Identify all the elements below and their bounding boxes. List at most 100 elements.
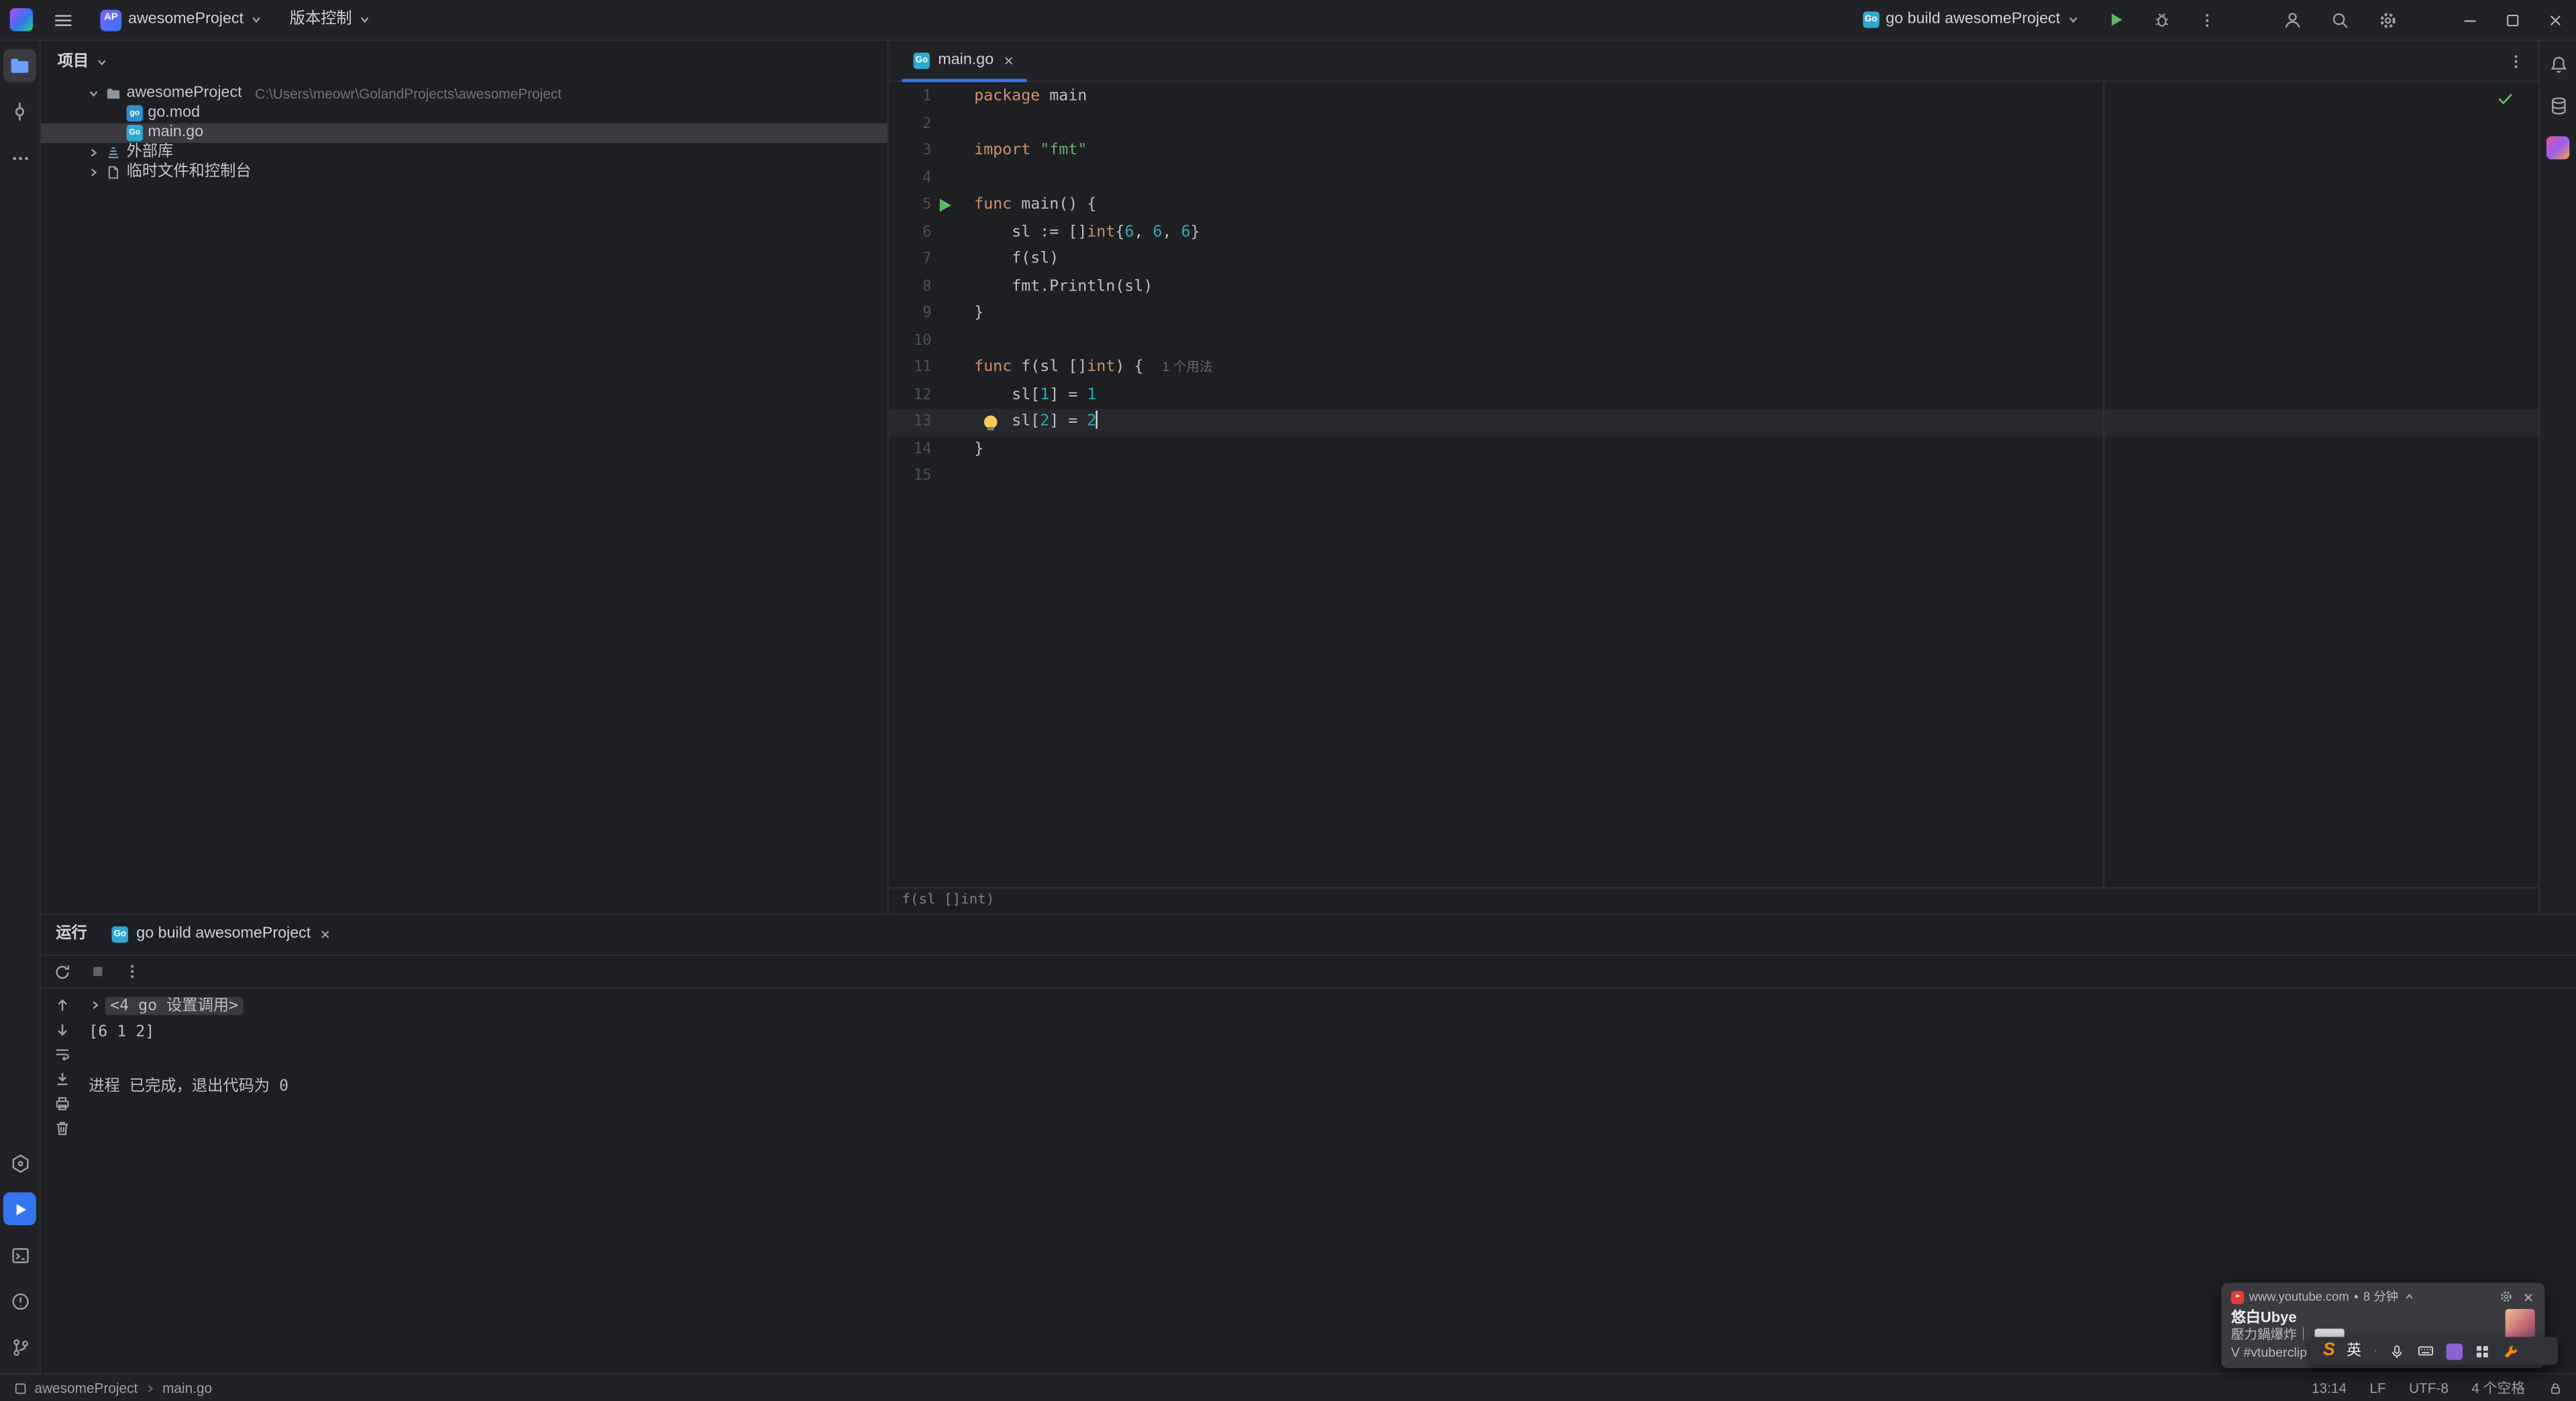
code-line[interactable]: 4 [889, 165, 2538, 192]
ime-punctuation-mode[interactable]: · [2373, 1342, 2377, 1359]
statusbar-project[interactable]: awesomeProject [34, 1380, 138, 1396]
git-tool-button[interactable] [3, 1331, 36, 1363]
problems-tool-button[interactable] [3, 1284, 36, 1317]
caret-position-widget[interactable]: 13:14 [2312, 1380, 2347, 1396]
debug-button[interactable] [2145, 7, 2178, 33]
code-line[interactable]: 2 [889, 111, 2538, 138]
ime-toolbar[interactable]: S 英 · [2310, 1337, 2559, 1365]
gomod-file-icon: go [126, 105, 144, 122]
code-line[interactable]: 9} [889, 301, 2538, 327]
console-output-line: [6 1 2] [89, 1019, 2576, 1046]
window-close-button[interactable] [2533, 0, 2576, 40]
database-icon [2551, 97, 2565, 115]
run-tab[interactable]: Go go build awesomeProject [107, 915, 337, 954]
run-tool-button[interactable] [3, 1192, 36, 1226]
terminal-tool-button[interactable] [3, 1239, 36, 1272]
chevron-up-icon[interactable] [2403, 1291, 2414, 1302]
main-menu-button[interactable] [46, 6, 80, 34]
grid-icon[interactable] [2475, 1343, 2491, 1359]
tab-options-button[interactable] [2507, 52, 2525, 70]
sogou-logo-icon[interactable]: S [2323, 1341, 2335, 1360]
readonly-toggle[interactable] [2548, 1380, 2563, 1395]
window-minimize-button[interactable] [2448, 0, 2491, 40]
code-line[interactable]: 11 func f(sl []int) { 1 个用法 [889, 355, 2538, 382]
statusbar-file[interactable]: main.go [162, 1380, 212, 1396]
profile-button[interactable] [2275, 6, 2310, 34]
line-number: 11 [914, 360, 932, 376]
ime-language-mode[interactable]: 英 [2347, 1342, 2361, 1359]
console-output: <4 go 设置调用> [6 1 2] 进程 已完成，退出代码为 0 [82, 989, 2576, 1373]
project-panel-header[interactable]: 项目 [41, 41, 887, 84]
vcs-widget[interactable]: 版本控制 [283, 7, 378, 33]
sticker-icon[interactable] [2447, 1343, 2463, 1359]
code-line[interactable]: 15 [889, 463, 2538, 490]
tree-item-scratches[interactable]: 临时文件和控制台 [41, 162, 887, 182]
more-tools-button[interactable] [3, 142, 36, 174]
print-button[interactable] [52, 1094, 71, 1113]
more-horizontal-icon [12, 156, 28, 160]
run-panel-title: 运行 [56, 925, 87, 943]
wrench-icon[interactable] [2503, 1343, 2519, 1359]
soft-wrap-button[interactable] [52, 1045, 71, 1064]
more-run-actions-button[interactable] [2192, 7, 2223, 32]
window-maximize-button[interactable] [2491, 0, 2534, 40]
encoding-widget[interactable]: UTF-8 [2409, 1380, 2449, 1396]
project-selector[interactable]: AP awesomeProject [94, 6, 270, 34]
code-line[interactable]: 5 func main() { [889, 192, 2538, 219]
search-everywhere-button[interactable] [2323, 6, 2357, 34]
code-line[interactable]: 3 import "fmt" [889, 138, 2538, 165]
toast-source: www.youtube.com [2249, 1289, 2349, 1304]
code-line[interactable]: 6 sl := []int{6, 6, 6} [889, 219, 2538, 246]
keyboard-icon[interactable] [2417, 1342, 2435, 1360]
code-line[interactable]: 7 f(sl) [889, 246, 2538, 273]
console-folded-line[interactable]: <4 go 设置调用> [89, 992, 2576, 1019]
run-button[interactable] [2100, 7, 2133, 33]
console-more-button[interactable] [123, 962, 142, 980]
close-tab-icon[interactable] [319, 928, 333, 941]
code-line[interactable]: 8 fmt.Println(sl) [889, 274, 2538, 301]
tree-item-external-libraries[interactable]: 外部库 [41, 143, 887, 162]
microphone-icon[interactable] [2390, 1343, 2406, 1359]
tab-maingo[interactable]: Go main.go [902, 40, 1026, 82]
breadcrumb-bar[interactable]: f(sl []int) [888, 886, 2538, 913]
code-editor[interactable]: 1 package main 2 3 import "fmt" 4 5 func main()… [888, 82, 2538, 887]
rerun-button[interactable] [52, 962, 72, 981]
project-tool-window: 项目 awesomeProject C:\Users\meowr\GolandP… [41, 41, 889, 913]
run-main-gutter-icon[interactable] [939, 199, 951, 213]
video-thumbnail[interactable] [2505, 1308, 2535, 1339]
run-console[interactable]: <4 go 设置调用> [6 1 2] 进程 已完成，退出代码为 0 [41, 989, 2576, 1373]
title-bar: AP awesomeProject 版本控制 Go go build aweso… [0, 0, 2576, 42]
line-number: 2 [922, 115, 932, 133]
ai-assistant-icon[interactable] [2546, 136, 2570, 160]
scroll-to-top-button[interactable] [52, 995, 71, 1015]
fold-expand-icon[interactable] [89, 999, 102, 1013]
code-line[interactable]: 14} [889, 436, 2538, 463]
project-tool-button[interactable] [3, 49, 36, 83]
settings-button[interactable] [2371, 6, 2405, 34]
clear-console-button[interactable] [52, 1119, 71, 1138]
line-separator-widget[interactable]: LF [2369, 1380, 2385, 1396]
notifications-button[interactable] [2547, 54, 2569, 76]
code-line[interactable]: 13 sl[2] = 2 [888, 409, 2538, 436]
indent-widget[interactable]: 4 个空格 [2471, 1380, 2525, 1396]
code-line[interactable]: 12 sl[1] = 1 [889, 382, 2538, 409]
toast-close-icon[interactable] [2522, 1290, 2535, 1304]
database-tool-button[interactable] [2547, 95, 2569, 117]
stop-button[interactable] [89, 962, 107, 980]
code-line[interactable]: 10 [889, 327, 2538, 354]
console-gutter [41, 989, 82, 1373]
scroll-to-bottom-button[interactable] [52, 1020, 71, 1039]
close-tab-icon[interactable] [1002, 54, 1015, 68]
console-exit-line: 进程 已完成，退出代码为 0 [89, 1074, 2576, 1100]
tree-item-maingo[interactable]: Go main.go [41, 123, 888, 143]
run-configuration-selector[interactable]: Go go build awesomeProject [1856, 7, 2086, 33]
scroll-to-end-button[interactable] [52, 1070, 71, 1089]
tree-item-gomod[interactable]: go go.mod [41, 103, 887, 123]
code-line[interactable]: 1 package main [889, 84, 2538, 111]
commit-tool-button[interactable] [3, 95, 36, 128]
toast-settings-gear-icon[interactable] [2499, 1290, 2514, 1304]
tree-root-row[interactable]: awesomeProject C:\Users\meowr\GolandProj… [41, 84, 887, 103]
services-tool-button[interactable] [3, 1147, 36, 1180]
inspections-ok-icon[interactable] [2496, 89, 2515, 108]
